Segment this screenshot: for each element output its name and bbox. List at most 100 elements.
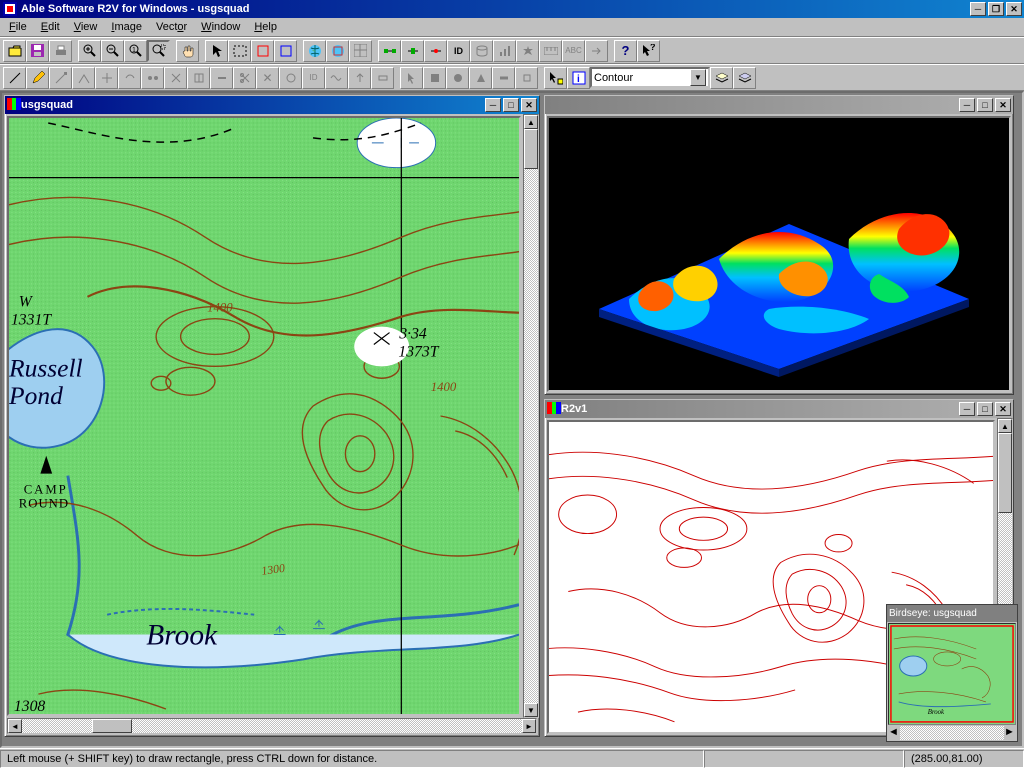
pan-button[interactable] bbox=[176, 40, 199, 62]
topo-canvas[interactable]: W 1331T Russell Pond CAMP ROUND 3·34 137… bbox=[7, 116, 521, 716]
t2-wave[interactable] bbox=[325, 67, 348, 89]
panel-vector-title: R2v1 bbox=[561, 403, 587, 415]
t2-j[interactable] bbox=[348, 67, 371, 89]
t2-d[interactable] bbox=[118, 67, 141, 89]
help-button[interactable]: ? bbox=[614, 40, 637, 62]
menu-edit[interactable]: Edit bbox=[34, 19, 67, 35]
t2-f[interactable] bbox=[164, 67, 187, 89]
scroll-up-icon[interactable]: ▲ bbox=[524, 115, 538, 129]
scroll-left-icon[interactable]: ◄ bbox=[8, 719, 22, 733]
status-hint: Left mouse (+ SHIFT key) to draw rectang… bbox=[0, 750, 704, 768]
panel-terrain-close[interactable]: ✕ bbox=[995, 98, 1011, 112]
t2-e[interactable] bbox=[141, 67, 164, 89]
pencil-button[interactable] bbox=[26, 67, 49, 89]
panel-terrain-max[interactable]: □ bbox=[977, 98, 993, 112]
panel-terrain-titlebar[interactable]: ─ □ ✕ bbox=[545, 96, 1013, 114]
db-button[interactable] bbox=[470, 40, 493, 62]
unknown-button[interactable] bbox=[274, 40, 297, 62]
close-button[interactable]: ✕ bbox=[1006, 2, 1022, 16]
scroll-down-icon[interactable]: ▼ bbox=[524, 703, 538, 717]
reselect-button[interactable] bbox=[228, 40, 251, 62]
layers2-button[interactable] bbox=[733, 67, 756, 89]
t2-n[interactable] bbox=[469, 67, 492, 89]
edit-line-button[interactable] bbox=[3, 67, 26, 89]
panel-birdseye-titlebar[interactable]: Birdseye: usgsquad bbox=[887, 605, 1017, 622]
t2-g[interactable] bbox=[187, 67, 210, 89]
t2-x[interactable]: ✕ bbox=[256, 67, 279, 89]
connect-button[interactable] bbox=[378, 40, 401, 62]
globe1-button[interactable] bbox=[303, 40, 326, 62]
t2-b[interactable] bbox=[72, 67, 95, 89]
box-tool-button[interactable] bbox=[251, 40, 274, 62]
menu-image[interactable]: Image bbox=[104, 19, 149, 35]
panel-birdseye-title: Birdseye: usgsquad bbox=[889, 608, 977, 619]
zoom-out-button[interactable] bbox=[101, 40, 124, 62]
t2-l[interactable] bbox=[423, 67, 446, 89]
panel-topo-min[interactable]: ─ bbox=[485, 98, 501, 112]
zoom-region-button[interactable] bbox=[147, 40, 170, 62]
panel-topo-titlebar[interactable]: usgsquad ─ □ ✕ bbox=[5, 96, 539, 114]
panel-vector-icon bbox=[547, 402, 561, 417]
birdseye-canvas[interactable]: Brook bbox=[888, 623, 1016, 725]
menu-window[interactable]: Window bbox=[194, 19, 247, 35]
panel-topo-max[interactable]: □ bbox=[503, 98, 519, 112]
birdseye-scroll-h[interactable]: ◄ ► bbox=[888, 726, 1016, 740]
t2-i[interactable] bbox=[279, 67, 302, 89]
menu-vector[interactable]: Vector bbox=[149, 19, 194, 35]
menu-view[interactable]: View bbox=[67, 19, 105, 35]
save-button[interactable] bbox=[26, 40, 49, 62]
layer-arrow-button[interactable] bbox=[544, 67, 567, 89]
terrain-canvas[interactable] bbox=[547, 116, 1011, 392]
menu-help[interactable]: Help bbox=[247, 19, 284, 35]
text-button[interactable]: ABC bbox=[562, 40, 585, 62]
t2-c[interactable] bbox=[95, 67, 118, 89]
t2-scissors[interactable] bbox=[233, 67, 256, 89]
t2-m[interactable] bbox=[446, 67, 469, 89]
menu-file[interactable]: File bbox=[2, 19, 34, 35]
arrow-right-button[interactable] bbox=[585, 40, 608, 62]
svg-text:W: W bbox=[19, 294, 34, 311]
panel-topo-title: usgsquad bbox=[21, 99, 73, 111]
print-button[interactable] bbox=[49, 40, 72, 62]
layers-button[interactable] bbox=[710, 67, 733, 89]
panel-vector-close[interactable]: ✕ bbox=[995, 402, 1011, 416]
t2-a[interactable] bbox=[49, 67, 72, 89]
tool-a-button[interactable] bbox=[424, 40, 447, 62]
chart-button[interactable] bbox=[493, 40, 516, 62]
layer-combo[interactable]: Contour ▼ bbox=[590, 67, 710, 88]
minimize-button[interactable]: ─ bbox=[970, 2, 986, 16]
layer-combo-drop[interactable]: ▼ bbox=[690, 69, 706, 86]
svg-text:ROUND: ROUND bbox=[19, 496, 69, 510]
app-icon bbox=[2, 1, 18, 17]
t2-o[interactable] bbox=[492, 67, 515, 89]
t2-h[interactable] bbox=[210, 67, 233, 89]
panel-terrain-min[interactable]: ─ bbox=[959, 98, 975, 112]
svg-text:Brook: Brook bbox=[928, 709, 945, 716]
rule-button[interactable] bbox=[539, 40, 562, 62]
panel-topo-close[interactable]: ✕ bbox=[521, 98, 537, 112]
t2-p[interactable] bbox=[515, 67, 538, 89]
status-bar: Left mouse (+ SHIFT key) to draw rectang… bbox=[0, 748, 1024, 768]
t2-k[interactable] bbox=[371, 67, 394, 89]
context-help-button[interactable]: ? bbox=[637, 40, 660, 62]
panel-vector-min[interactable]: ─ bbox=[959, 402, 975, 416]
open-button[interactable] bbox=[3, 40, 26, 62]
t2-id[interactable]: ID bbox=[302, 67, 325, 89]
topo-scroll-h[interactable]: ◄ ► bbox=[7, 718, 537, 734]
layer-info-button[interactable]: i bbox=[567, 67, 590, 89]
panel-birdseye[interactable]: Birdseye: usgsquad Brook bbox=[886, 604, 1018, 742]
id-button[interactable]: ID bbox=[447, 40, 470, 62]
globe2-button[interactable] bbox=[326, 40, 349, 62]
panel-vector-titlebar[interactable]: R2v1 ─ □ ✕ bbox=[545, 400, 1013, 418]
grid-button[interactable] bbox=[349, 40, 372, 62]
maximize-button[interactable]: ❐ bbox=[988, 2, 1004, 16]
scroll-right-icon[interactable]: ► bbox=[522, 719, 536, 733]
panel-vector-max[interactable]: □ bbox=[977, 402, 993, 416]
select-arrow-button[interactable] bbox=[205, 40, 228, 62]
star-button[interactable] bbox=[516, 40, 539, 62]
zoom-in-button[interactable] bbox=[78, 40, 101, 62]
topo-scroll-v[interactable]: ▲ ▼ bbox=[523, 114, 539, 718]
zoom-fit-button[interactable]: 1 bbox=[124, 40, 147, 62]
t2-sel-arrow[interactable] bbox=[400, 67, 423, 89]
node-button[interactable] bbox=[401, 40, 424, 62]
